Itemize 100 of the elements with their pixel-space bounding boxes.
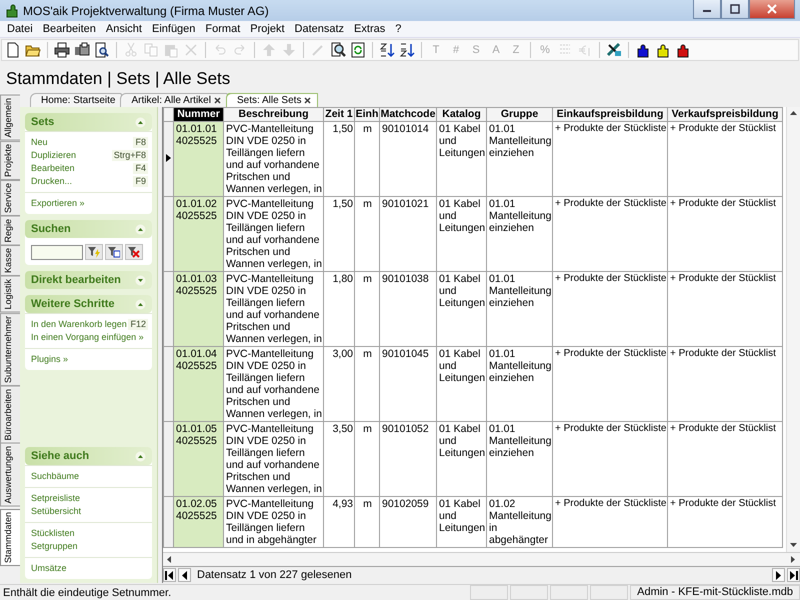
menu-item[interactable]: Format	[200, 23, 246, 35]
column-header[interactable]: Katalog	[436, 108, 486, 122]
puzzle-icon[interactable]	[635, 42, 651, 58]
menu-item[interactable]: Ansicht	[100, 23, 147, 35]
table-cell: PVC-Mantelleitung DIN VDE 0250 in Teillängen liefern und in abgehängter	[224, 496, 324, 548]
sort-ascending-icon[interactable]	[379, 42, 395, 58]
side-tab[interactable]: Regie	[0, 216, 20, 246]
table-cell: PVC-Mantelleitung DIN VDE 0250 in Teillängen liefern und auf vorhandene Pritschen und Wannen verlegen, in	[224, 196, 324, 272]
panel-link[interactable]: In den Warenkorb legen F12	[31, 319, 148, 330]
panel-link[interactable]: Setgruppen	[31, 541, 148, 552]
printer-icon[interactable]	[54, 42, 70, 58]
panel-link[interactable]: In einen Vorgang einfügen »	[31, 332, 148, 343]
last-record-button[interactable]	[787, 568, 800, 582]
panel-link[interactable]: Setpreisliste	[31, 493, 148, 504]
panel-link[interactable]: Neu F8	[31, 137, 148, 148]
panel-link[interactable]: Suchbäume	[31, 471, 148, 482]
panel-link[interactable]: Drucken... F9	[31, 176, 148, 187]
side-tab[interactable]: Büroarbeiten	[0, 386, 20, 444]
panel-link[interactable]: Stücklisten	[31, 528, 148, 539]
section-header[interactable]: Siehe auch	[25, 447, 152, 465]
panel-link[interactable]: Bearbeiten F4	[31, 163, 148, 174]
print-preview-icon[interactable]	[94, 42, 110, 58]
column-header[interactable]: Gruppe	[486, 108, 552, 122]
side-tab[interactable]: Kasse	[0, 245, 20, 276]
document-tab[interactable]: Artikel: Alle Artikel	[120, 93, 228, 107]
panel-link[interactable]: Setübersicht	[31, 506, 148, 517]
document-tab[interactable]: Home: Startseite	[30, 93, 122, 107]
panel-link[interactable]: Umsätze	[31, 563, 148, 574]
filter-button[interactable]	[85, 244, 103, 260]
section-header[interactable]: Sets	[25, 113, 152, 131]
sort-descending-icon[interactable]	[399, 42, 415, 58]
shortcut-label: F8	[133, 137, 148, 148]
puzzle-icon[interactable]	[675, 42, 691, 58]
collapse-icon[interactable]	[135, 116, 146, 128]
search-icon[interactable]	[330, 42, 346, 58]
filter-list-button[interactable]	[105, 244, 123, 260]
collapse-icon[interactable]	[135, 298, 146, 310]
table-cell: + Produkte der Stückliste	[552, 496, 668, 548]
column-header[interactable]: Zeit 1	[324, 108, 354, 122]
document-tab[interactable]: Sets: Alle Sets	[226, 93, 318, 107]
table-cell: + Produkte der Stücklist	[668, 196, 782, 272]
side-tab[interactable]: Projekte	[0, 140, 20, 180]
section-header[interactable]: Direkt bearbeiten	[25, 271, 152, 289]
collapse-icon[interactable]	[135, 450, 146, 462]
close-icon[interactable]	[214, 97, 221, 104]
first-record-button[interactable]	[163, 568, 176, 582]
printers-icon[interactable]	[74, 42, 90, 58]
maximize-button[interactable]	[721, 0, 749, 19]
side-tab[interactable]: Allgemein	[0, 95, 20, 141]
side-tab[interactable]: Auswertungen	[0, 443, 20, 507]
shortcut-label: F12	[128, 319, 148, 330]
row-header[interactable]	[164, 122, 174, 196]
table-cell: 1,50	[324, 122, 354, 196]
menu-item[interactable]: Einfügen	[146, 23, 200, 35]
arrow-up-icon	[790, 111, 797, 116]
close-button[interactable]	[749, 0, 795, 19]
column-header[interactable]: Verkaufspreisbildung	[668, 108, 782, 122]
side-tab[interactable]: Logistik	[0, 276, 20, 313]
side-tab[interactable]: Stammdaten	[0, 508, 20, 566]
previous-record-button[interactable]	[178, 568, 191, 582]
table-cell: m	[354, 196, 380, 272]
menu-item[interactable]: ?	[390, 23, 406, 35]
new-document-icon[interactable]	[5, 42, 21, 58]
expand-icon[interactable]	[135, 274, 146, 286]
tools-icon[interactable]	[606, 42, 622, 58]
side-tab[interactable]: Service	[0, 180, 20, 216]
menu-item[interactable]: Datensatz	[290, 23, 350, 35]
clear-filter-button[interactable]	[125, 244, 143, 260]
column-header[interactable]: Matchcode	[380, 108, 436, 122]
table-cell: m	[354, 422, 380, 496]
table-cell: m	[354, 122, 380, 196]
menu-item[interactable]: Datei	[2, 23, 38, 35]
column-header[interactable]: Nummer	[174, 108, 224, 122]
table-cell: 01 Kabel und Leitungen	[436, 346, 486, 422]
panel-link[interactable]: Plugins »	[31, 354, 148, 365]
panel-link[interactable]: Exportieren »	[31, 198, 148, 209]
side-tab[interactable]: Subunternehmer	[0, 312, 20, 386]
table-cell: 01.01.02 4025525	[174, 196, 224, 272]
close-icon[interactable]	[304, 97, 312, 104]
menu-item[interactable]: Bearbeiten	[38, 23, 101, 35]
table-cell: PVC-Mantelleitung DIN VDE 0250 in Teillängen liefern und auf vorhandene Pritschen und Wannen verlegen, in	[224, 272, 324, 346]
column-header[interactable]: Beschreibung	[224, 108, 324, 122]
minimize-button[interactable]	[693, 0, 721, 19]
section-header[interactable]: Suchen	[25, 220, 152, 238]
collapse-icon[interactable]	[135, 224, 146, 234]
puzzle-icon[interactable]	[655, 42, 671, 58]
next-record-button[interactable]	[772, 568, 785, 582]
menu-item[interactable]: Extras	[349, 23, 390, 35]
page-heading: Stammdaten | Sets | Alle Sets	[5, 68, 232, 90]
table-cell: PVC-Mantelleitung DIN VDE 0250 in Teillängen liefern und auf vorhandene Pritschen und Wannen verlegen, in	[224, 122, 324, 196]
section-title: Sets	[31, 116, 54, 128]
arrow-left-icon	[167, 556, 172, 563]
column-header[interactable]: Einh	[354, 108, 380, 122]
section-header[interactable]: Weitere Schritte	[25, 295, 152, 313]
panel-link[interactable]: Duplizieren Strg+F8	[31, 150, 148, 161]
search-field[interactable]	[31, 244, 83, 260]
table-cell: 01 Kabel und Leitungen	[436, 496, 486, 548]
refresh-icon[interactable]	[350, 42, 366, 58]
column-header[interactable]: Einkaufspreisbildung	[552, 108, 668, 122]
menu-item[interactable]: Projekt	[245, 23, 290, 35]
